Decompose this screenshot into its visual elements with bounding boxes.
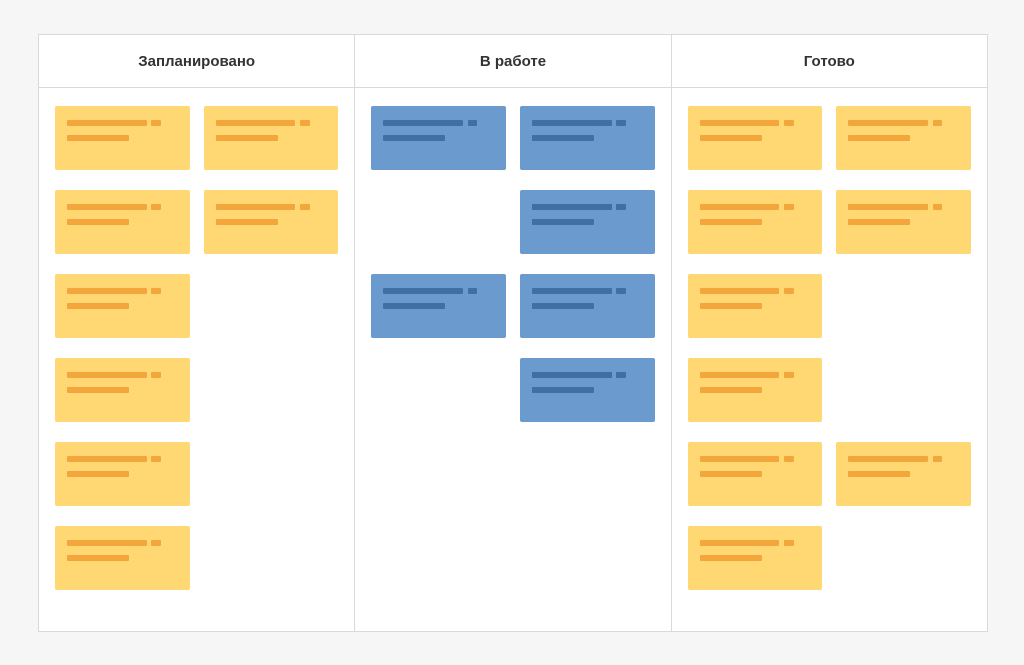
column-header-planned: Запланировано (39, 35, 354, 88)
kanban-card[interactable] (204, 106, 339, 170)
kanban-card[interactable] (688, 526, 823, 590)
kanban-card[interactable] (688, 442, 823, 506)
kanban-card[interactable] (55, 190, 190, 254)
kanban-card[interactable] (688, 106, 823, 170)
kanban-card[interactable] (55, 442, 190, 506)
kanban-card[interactable] (371, 274, 506, 338)
column-in-progress: В работе (355, 35, 671, 631)
kanban-card[interactable] (520, 274, 655, 338)
kanban-card[interactable] (836, 442, 971, 506)
kanban-card[interactable] (688, 190, 823, 254)
kanban-card[interactable] (55, 106, 190, 170)
kanban-card[interactable] (520, 106, 655, 170)
column-planned: Запланировано (39, 35, 355, 631)
column-header-in-progress: В работе (355, 35, 670, 88)
column-done: Готово (672, 35, 987, 631)
column-header-done: Готово (672, 35, 987, 88)
kanban-card[interactable] (688, 358, 823, 422)
column-body-planned (39, 88, 354, 608)
kanban-card[interactable] (371, 106, 506, 170)
kanban-card[interactable] (55, 358, 190, 422)
kanban-card[interactable] (836, 190, 971, 254)
column-body-done (672, 88, 987, 608)
kanban-card[interactable] (520, 190, 655, 254)
kanban-card[interactable] (688, 274, 823, 338)
kanban-card[interactable] (836, 106, 971, 170)
kanban-card[interactable] (520, 358, 655, 422)
kanban-card[interactable] (55, 274, 190, 338)
kanban-card[interactable] (55, 526, 190, 590)
kanban-board: Запланировано В работе (38, 34, 988, 632)
column-body-in-progress (355, 88, 670, 440)
kanban-card[interactable] (204, 190, 339, 254)
